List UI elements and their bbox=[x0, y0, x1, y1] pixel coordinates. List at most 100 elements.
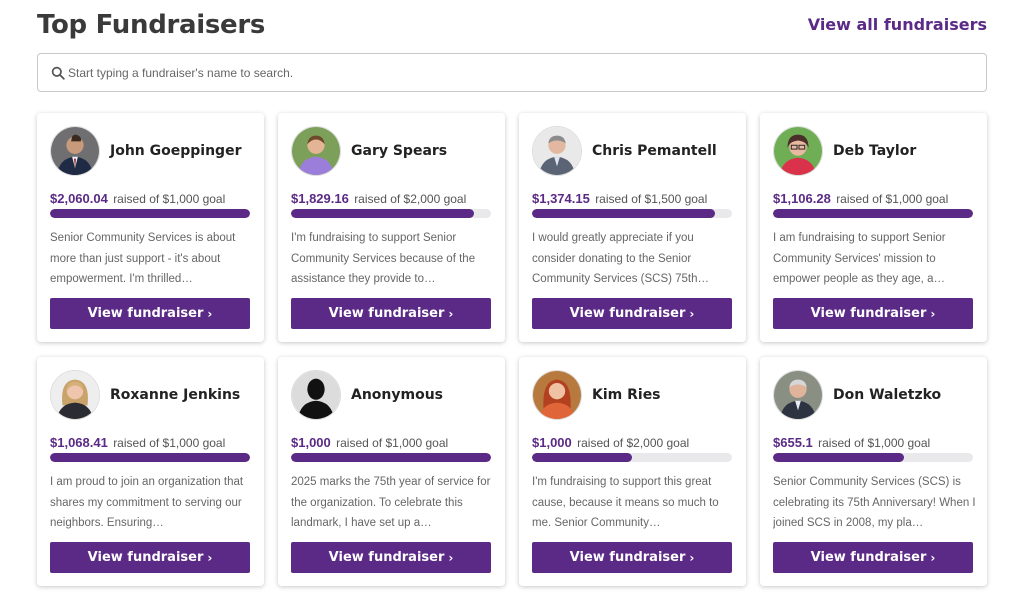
raised-summary: $1,068.41 raised of $1,000 goal bbox=[50, 435, 225, 450]
chevron-right-icon: › bbox=[448, 306, 454, 321]
fundraiser-card: Don Waletzko $655.1 raised of $1,000 goa… bbox=[760, 357, 987, 586]
progress-fill bbox=[773, 209, 973, 218]
woman-red-hair-avatar bbox=[532, 370, 582, 420]
progress-bar bbox=[291, 209, 491, 218]
progress-fill bbox=[532, 453, 632, 462]
chevron-right-icon: › bbox=[448, 550, 454, 565]
view-fundraiser-label: View fundraiser bbox=[87, 306, 204, 321]
fundraiser-name: Kim Ries bbox=[592, 387, 661, 403]
fundraiser-name: John Goeppinger bbox=[110, 143, 242, 159]
progress-fill bbox=[291, 209, 474, 218]
man-suit-avatar bbox=[50, 126, 100, 176]
woman-glasses-avatar bbox=[773, 126, 823, 176]
progress-fill bbox=[50, 453, 250, 462]
fundraiser-name: Anonymous bbox=[351, 387, 444, 403]
view-fundraiser-label: View fundraiser bbox=[569, 550, 686, 565]
fundraiser-description: I would greatly appreciate if you consid… bbox=[532, 232, 710, 285]
goal-text: raised of $1,000 goal bbox=[818, 436, 931, 450]
fundraiser-description: Senior Community Services (SCS) is celeb… bbox=[773, 476, 976, 529]
chevron-right-icon: › bbox=[930, 306, 936, 321]
progress-bar bbox=[773, 209, 973, 218]
fundraiser-description: I am fundraising to support Senior Commu… bbox=[773, 232, 946, 285]
fundraiser-description: 2025 marks the 75th year of service for … bbox=[291, 476, 491, 529]
man-grey-suit-avatar bbox=[532, 126, 582, 176]
man-grey-hair-avatar bbox=[773, 370, 823, 420]
raised-summary: $1,374.15 raised of $1,500 goal bbox=[532, 191, 707, 206]
man-grey-suit-avatar-image bbox=[533, 127, 581, 175]
progress-bar bbox=[532, 209, 732, 218]
view-fundraiser-button[interactable]: View fundraiser › bbox=[291, 298, 491, 329]
anonymous-silhouette-avatar-image bbox=[292, 371, 340, 419]
header: Top Fundraisers View all fundraisers bbox=[37, 10, 987, 44]
raised-amount: $1,374.15 bbox=[532, 191, 590, 206]
view-fundraiser-button[interactable]: View fundraiser › bbox=[773, 542, 973, 573]
anonymous-silhouette-avatar bbox=[291, 370, 341, 420]
raised-amount: $1,000 bbox=[291, 435, 331, 450]
fundraiser-name: Don Waletzko bbox=[833, 387, 942, 403]
raised-amount: $2,060.04 bbox=[50, 191, 108, 206]
progress-fill bbox=[291, 453, 491, 462]
view-fundraiser-button[interactable]: View fundraiser › bbox=[532, 298, 732, 329]
goal-text: raised of $2,000 goal bbox=[354, 192, 467, 206]
woman-red-hair-avatar-image bbox=[533, 371, 581, 419]
raised-summary: $1,000 raised of $2,000 goal bbox=[532, 435, 689, 450]
fundraiser-card: Roxanne Jenkins $1,068.41 raised of $1,0… bbox=[37, 357, 264, 586]
view-fundraiser-label: View fundraiser bbox=[328, 550, 445, 565]
raised-amount: $1,000 bbox=[532, 435, 572, 450]
man-grey-hair-avatar-image bbox=[774, 371, 822, 419]
fundraiser-card: Chris Pemantell $1,374.15 raised of $1,5… bbox=[519, 113, 746, 342]
view-fundraiser-label: View fundraiser bbox=[810, 550, 927, 565]
man-suit-avatar-image bbox=[51, 127, 99, 175]
fundraiser-card: Anonymous $1,000 raised of $1,000 goal 2… bbox=[278, 357, 505, 586]
fundraiser-card: Gary Spears $1,829.16 raised of $2,000 g… bbox=[278, 113, 505, 342]
fundraiser-description: I'm fundraising to support Senior Commun… bbox=[291, 232, 476, 285]
view-fundraiser-label: View fundraiser bbox=[569, 306, 686, 321]
view-fundraiser-label: View fundraiser bbox=[328, 306, 445, 321]
woman-blonde-avatar-image bbox=[51, 371, 99, 419]
page-title: Top Fundraisers bbox=[37, 10, 266, 40]
progress-bar bbox=[291, 453, 491, 462]
progress-bar bbox=[773, 453, 973, 462]
progress-fill bbox=[773, 453, 904, 462]
view-all-fundraisers-link[interactable]: View all fundraisers bbox=[808, 15, 987, 34]
woman-blonde-avatar bbox=[50, 370, 100, 420]
man-purple-shirt-avatar bbox=[291, 126, 341, 176]
raised-summary: $1,829.16 raised of $2,000 goal bbox=[291, 191, 466, 206]
fundraiser-name: Gary Spears bbox=[351, 143, 448, 159]
fundraiser-card: John Goeppinger $2,060.04 raised of $1,0… bbox=[37, 113, 264, 342]
search-box[interactable] bbox=[37, 53, 987, 92]
view-fundraiser-button[interactable]: View fundraiser › bbox=[532, 542, 732, 573]
fundraiser-card: Deb Taylor $1,106.28 raised of $1,000 go… bbox=[760, 113, 987, 342]
raised-summary: $1,106.28 raised of $1,000 goal bbox=[773, 191, 948, 206]
view-fundraiser-button[interactable]: View fundraiser › bbox=[773, 298, 973, 329]
progress-bar bbox=[50, 209, 250, 218]
raised-amount: $1,068.41 bbox=[50, 435, 108, 450]
chevron-right-icon: › bbox=[689, 550, 695, 565]
search-input[interactable] bbox=[68, 55, 968, 90]
raised-summary: $655.1 raised of $1,000 goal bbox=[773, 435, 930, 450]
raised-summary: $2,060.04 raised of $1,000 goal bbox=[50, 191, 225, 206]
view-fundraiser-button[interactable]: View fundraiser › bbox=[50, 298, 250, 329]
goal-text: raised of $1,000 goal bbox=[836, 192, 949, 206]
fundraiser-card: Kim Ries $1,000 raised of $2,000 goal I'… bbox=[519, 357, 746, 586]
goal-text: raised of $1,500 goal bbox=[595, 192, 708, 206]
view-fundraiser-button[interactable]: View fundraiser › bbox=[291, 542, 491, 573]
raised-amount: $1,106.28 bbox=[773, 191, 831, 206]
search-icon bbox=[51, 66, 65, 80]
view-fundraiser-label: View fundraiser bbox=[810, 306, 927, 321]
chevron-right-icon: › bbox=[207, 550, 213, 565]
chevron-right-icon: › bbox=[930, 550, 936, 565]
view-fundraiser-button[interactable]: View fundraiser › bbox=[50, 542, 250, 573]
fundraiser-name: Chris Pemantell bbox=[592, 143, 717, 159]
raised-amount: $655.1 bbox=[773, 435, 813, 450]
progress-bar bbox=[50, 453, 250, 462]
view-fundraiser-label: View fundraiser bbox=[87, 550, 204, 565]
progress-fill bbox=[50, 209, 250, 218]
goal-text: raised of $1,000 goal bbox=[113, 436, 226, 450]
fundraiser-description: I am proud to join an organization that … bbox=[50, 476, 244, 529]
goal-text: raised of $1,000 goal bbox=[113, 192, 226, 206]
fundraiser-name: Deb Taylor bbox=[833, 143, 917, 159]
fundraiser-name: Roxanne Jenkins bbox=[110, 387, 241, 403]
man-purple-shirt-avatar-image bbox=[292, 127, 340, 175]
fundraiser-description: Senior Community Services is about more … bbox=[50, 232, 236, 285]
